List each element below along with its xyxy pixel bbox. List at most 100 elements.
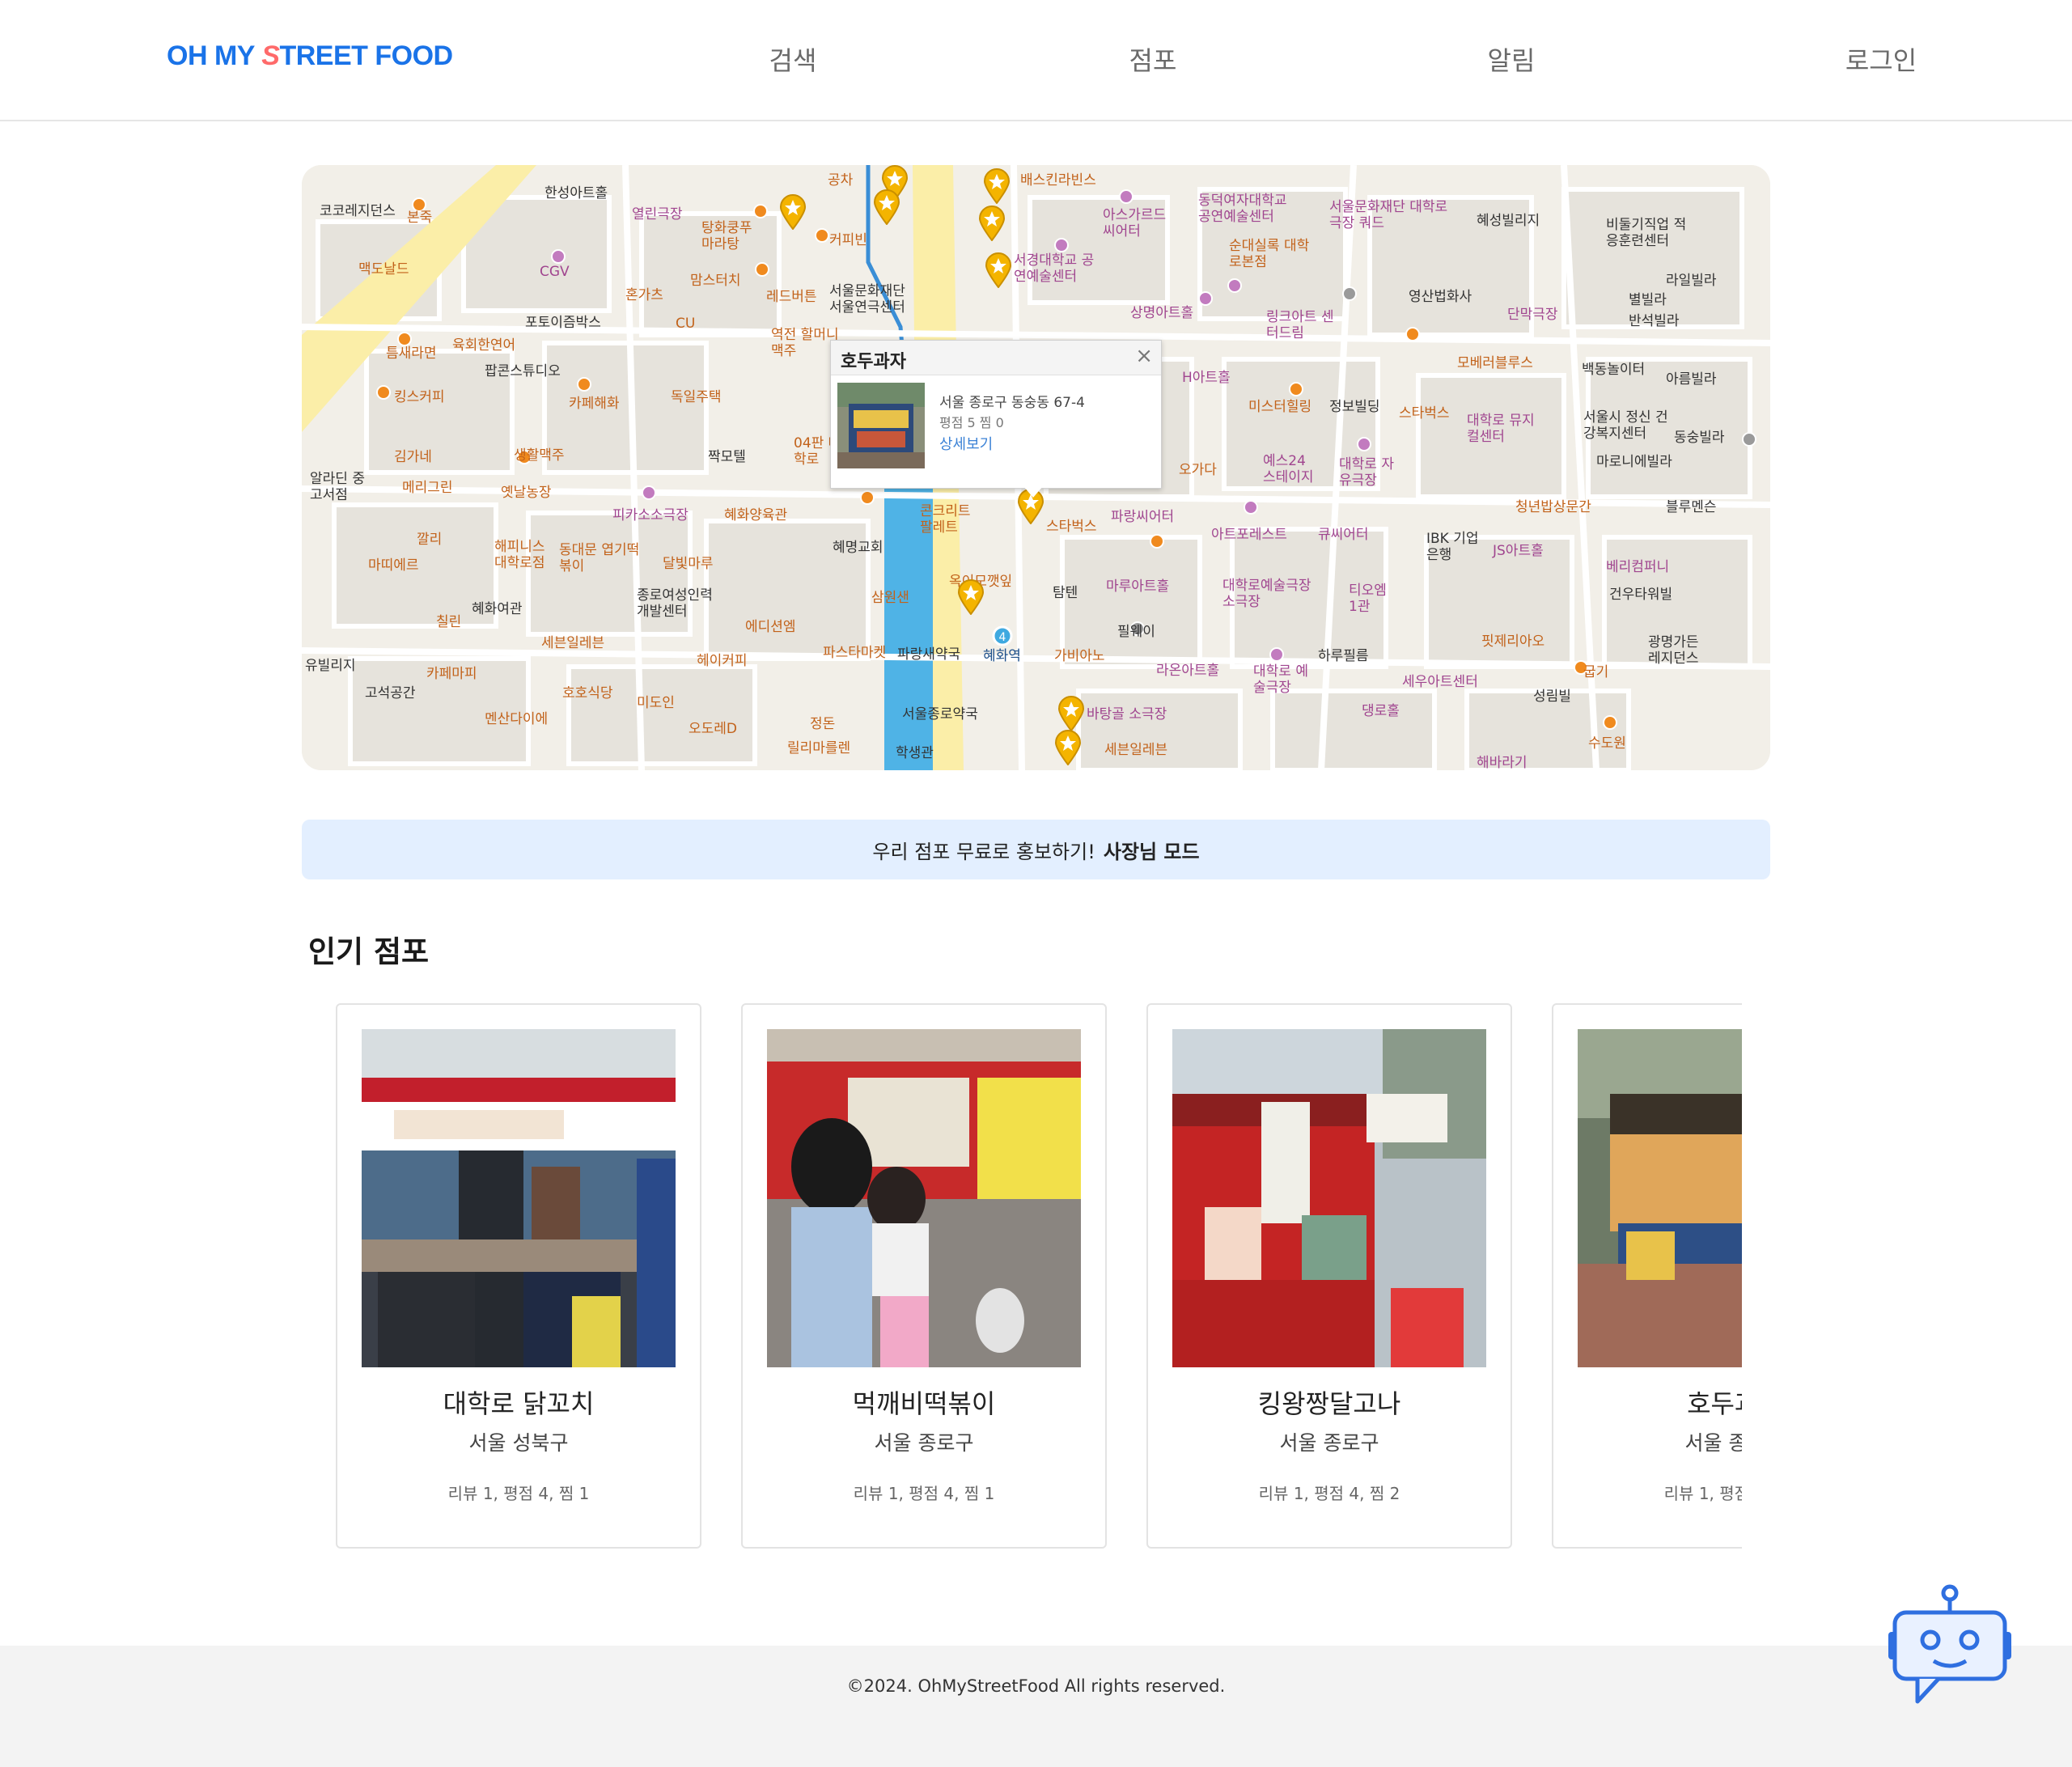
store-photo (1172, 1029, 1486, 1367)
map-label: 오도레D (689, 721, 738, 737)
poi-dot[interactable] (815, 228, 829, 243)
map-label: 육회한연어 (452, 337, 516, 354)
map-label: 성림빌 (1533, 689, 1571, 705)
infowindow-detail-link[interactable]: 상세보기 (939, 433, 993, 454)
close-icon[interactable]: × (1135, 344, 1153, 368)
store-name: 호두과자 (1687, 1388, 1742, 1419)
poi-dot[interactable] (1357, 437, 1371, 451)
poi-dot[interactable] (753, 204, 768, 218)
map-label: 혼가츠 (625, 287, 663, 303)
popular-store-carousel[interactable]: 대학로 닭꼬치 서울 성북구 리뷰 1, 평점 4, 찜 1 먹깨비떡볶이 서울… (336, 1003, 1742, 1550)
poi-dot[interactable] (376, 385, 391, 400)
map-label: 혜화양육관 (724, 507, 788, 523)
map-label: 미스터힐링 (1248, 399, 1312, 415)
poi-dot[interactable] (1342, 286, 1357, 301)
poi-dot[interactable] (755, 262, 769, 277)
poi-dot[interactable] (1742, 432, 1756, 447)
star-marker-icon[interactable] (957, 579, 985, 615)
map-label: 큐씨어터 (1318, 527, 1369, 543)
map-label: 에디션엠 (745, 619, 796, 635)
poi-dot[interactable] (1603, 715, 1617, 730)
map-label: 릴리마를렌 (787, 740, 851, 756)
svg-text:4: 4 (999, 631, 1006, 644)
map-label: 맘스터치 (690, 273, 741, 289)
poi-dot[interactable] (1150, 534, 1164, 549)
map-label: 영산법화사 (1409, 289, 1472, 305)
poi-dot[interactable] (1198, 291, 1213, 306)
star-marker-icon[interactable] (978, 206, 1006, 241)
map-label: 블루멘슨 (1666, 499, 1717, 515)
star-marker-icon[interactable] (779, 194, 807, 230)
map-label: 서울시 정신 건강복지센터 (1583, 409, 1668, 442)
map-label: 핏제리아오 (1481, 633, 1545, 650)
map-label: 백동놀이터 (1582, 362, 1646, 378)
infowindow-meta: 평점 5 찜 0 (939, 415, 1004, 430)
poi-dot[interactable] (860, 490, 875, 505)
map-label: 하루필름 (1318, 648, 1369, 664)
map-label: 세우아트센터 (1402, 674, 1478, 690)
store-photo (362, 1029, 676, 1367)
map-label: 멘산다이에 (485, 711, 549, 727)
poi-dot[interactable] (551, 249, 566, 264)
store-card[interactable]: 대학로 닭꼬치 서울 성북구 리뷰 1, 평점 4, 찜 1 (336, 1003, 701, 1549)
map-label: 대학로 자유극장 (1339, 456, 1394, 489)
store-name: 먹깨비떡볶이 (852, 1388, 996, 1419)
nav-search[interactable]: 검색 (765, 40, 821, 78)
poi-dot[interactable] (1119, 189, 1133, 204)
store-stats: 리뷰 1, 평점 4, 찜 1 (853, 1484, 995, 1503)
map-label: 킹스커피 (394, 389, 445, 405)
nav-notifications[interactable]: 알림 (1483, 40, 1540, 78)
map-label: 오가다 (1179, 462, 1217, 478)
store-card[interactable]: 먹깨비떡볶이 서울 종로구 리뷰 1, 평점 4, 찜 1 (741, 1003, 1107, 1549)
map-label: 포토이즘박스 (525, 315, 601, 331)
poi-dot[interactable] (642, 485, 656, 500)
star-marker-icon[interactable] (985, 252, 1012, 288)
map-label: 탕화쿵푸 마라탕 (701, 220, 752, 252)
poi-dot[interactable] (1227, 278, 1242, 293)
street-food-map[interactable]: 4 한성아트홀 공차 배스킨라빈스 동덕여자대학교 공연예술센터 서울문화재단 … (302, 165, 1770, 770)
map-label: 콘크리트 팔레트 (920, 503, 971, 536)
store-region: 서울 성북구 (468, 1431, 569, 1455)
map-label: CU (676, 316, 696, 332)
poi-dot[interactable] (1405, 327, 1420, 341)
map-label: 단막극장 (1507, 307, 1558, 323)
map-label: 건우타워빌 (1609, 587, 1673, 603)
star-marker-icon[interactable] (873, 189, 900, 225)
map-label: 수도원 (1588, 735, 1626, 752)
map-label: 대학로예술극장 소극장 (1222, 578, 1311, 610)
map-label: 한성아트홀 (544, 185, 608, 201)
owner-mode-banner[interactable]: 우리 점포 무료로 홍보하기! 사장님 모드 (302, 820, 1770, 879)
map-label: 커피빈 (829, 232, 867, 248)
poi-dot[interactable] (1244, 500, 1258, 515)
star-marker-icon[interactable] (1054, 730, 1082, 765)
star-marker-icon[interactable] (1057, 696, 1085, 731)
site-footer: ©2024. OhMyStreetFood All rights reserve… (0, 1646, 2072, 1767)
map-label: 고석공간 (365, 685, 416, 701)
nav-stores[interactable]: 점포 (1125, 40, 1181, 78)
poi-dot[interactable] (577, 377, 591, 392)
store-region: 서울 종로구 (1684, 1431, 1742, 1455)
map-label: 동숭빌라 (1674, 430, 1725, 446)
map-label: 스타벅스 (1399, 405, 1450, 422)
map-label: 독일주택 (671, 389, 722, 405)
poi-dot[interactable] (1269, 647, 1284, 662)
map-label: 열린극장 (632, 206, 683, 222)
map-label: 본죽 (407, 210, 433, 226)
robot-chat-icon[interactable] (1885, 1583, 2015, 1705)
star-marker-icon[interactable] (983, 168, 1011, 204)
map-label-station[interactable]: 혜화역 (983, 644, 1021, 664)
site-logo[interactable]: OH MY STREET FOOD (167, 40, 453, 72)
map-label: 옛날농장 (501, 485, 552, 501)
map-label: 베리컴퍼니 (1606, 559, 1670, 575)
nav-login[interactable]: 로그인 (1841, 40, 1922, 78)
map-label: 호호식당 (562, 685, 613, 701)
store-card[interactable]: 호두과자 서울 종로구 리뷰 1, 평점 5, 찜 0 (1552, 1003, 1742, 1549)
map-label: 서경대학교 공연예술센터 (1014, 252, 1095, 285)
map-label: 필웨이 (1117, 624, 1155, 640)
map-label: 광명가든 레지던스 (1648, 634, 1699, 667)
map-label: 코코레지던스 (320, 203, 396, 219)
poi-dot[interactable] (1054, 238, 1069, 252)
store-card[interactable]: 킹왕짱달고나 서울 종로구 리뷰 1, 평점 4, 찜 2 (1146, 1003, 1512, 1549)
map-label: 팝콘스튜디오 (485, 363, 561, 379)
map-label: 아스가르드 씨어터 (1103, 207, 1167, 239)
